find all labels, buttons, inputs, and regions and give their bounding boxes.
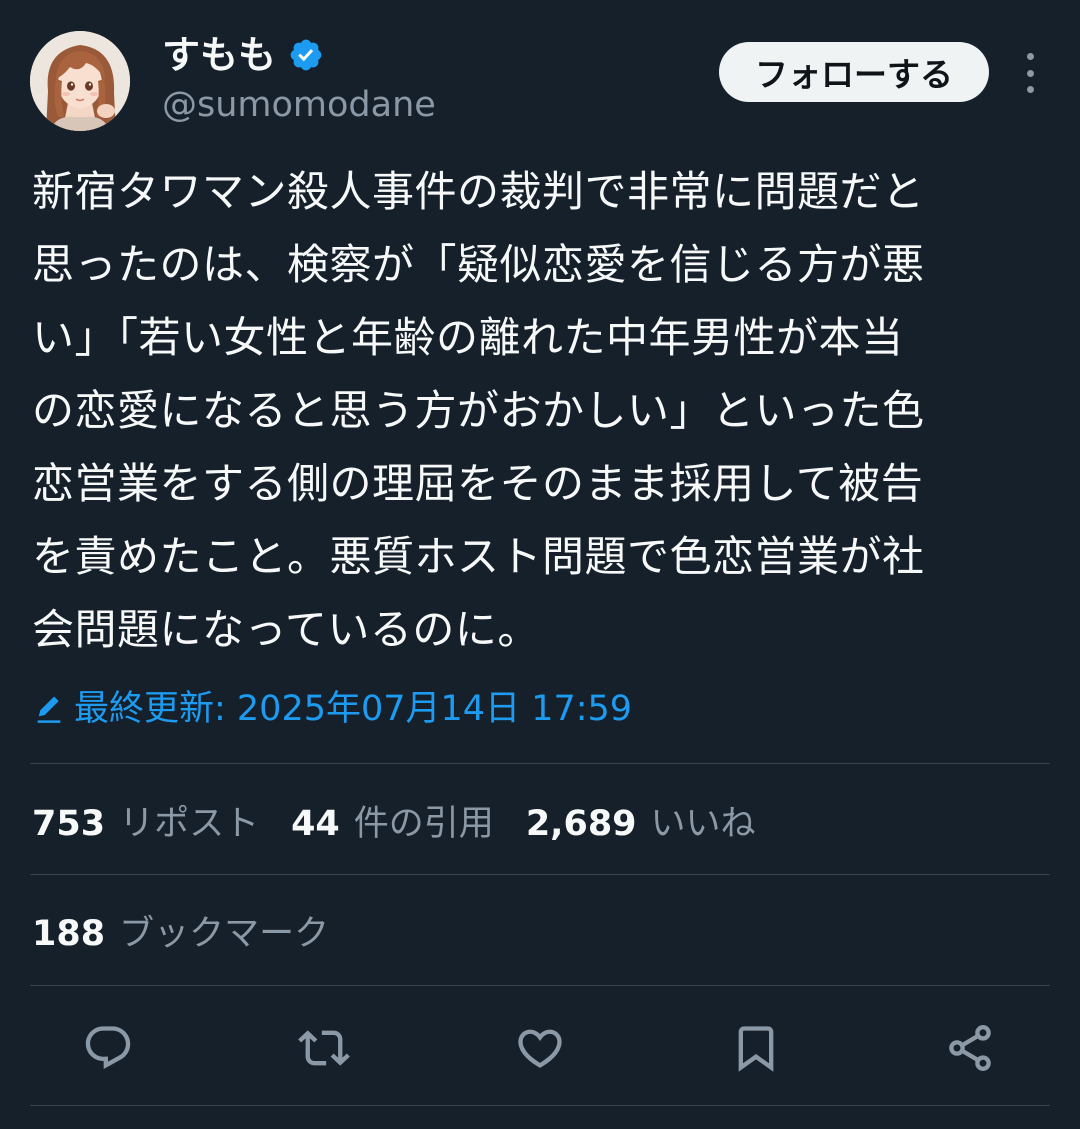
bookmark-icon[interactable]	[726, 1018, 786, 1078]
edited-label: 最終更新: 2025年07月14日 17:59	[74, 689, 633, 729]
display-name[interactable]: すもも	[162, 30, 276, 80]
divider	[30, 1105, 1050, 1106]
quotes-label: 件の引用	[353, 804, 494, 844]
quotes-stat[interactable]: 44 件の引用	[291, 796, 494, 852]
engagement-stats: 753 リポスト 44 件の引用 2,689 いいね	[32, 796, 756, 852]
likes-count: 2,689	[525, 804, 637, 844]
reposts-count: 753	[32, 804, 106, 844]
reposts-stat[interactable]: 753 リポスト	[32, 796, 259, 852]
bookmarks-label: ブックマーク	[119, 914, 330, 954]
tweet-detail: すもも @sumomodane フォローする 新宿タワマン殺人事件の裁判で非常に…	[0, 0, 1080, 1129]
pencil-icon	[32, 692, 66, 726]
likes-label: いいね	[650, 804, 756, 844]
likes-stat[interactable]: 2,689 いいね	[526, 796, 756, 852]
reply-icon[interactable]	[78, 1018, 138, 1078]
like-icon[interactable]	[510, 1018, 570, 1078]
divider	[30, 763, 1050, 764]
bookmarks-count: 188	[32, 914, 106, 954]
avatar[interactable]	[30, 31, 130, 131]
repost-icon[interactable]	[294, 1018, 354, 1078]
divider	[30, 874, 1050, 875]
bookmarks-stat[interactable]: 188 ブックマーク	[32, 906, 329, 962]
user-handle[interactable]: @sumomodane	[162, 82, 436, 128]
verified-badge-icon	[288, 37, 324, 73]
share-icon[interactable]	[940, 1018, 1000, 1078]
quotes-count: 44	[291, 804, 340, 844]
reposts-label: リポスト	[119, 804, 260, 844]
follow-button[interactable]: フォローする	[719, 42, 989, 102]
divider	[30, 985, 1050, 986]
author-name-row: すもも	[162, 30, 324, 80]
edited-indicator[interactable]: 最終更新: 2025年07月14日 17:59	[32, 684, 632, 734]
avatar-illustration	[30, 31, 130, 131]
more-vertical-icon[interactable]	[1017, 53, 1043, 93]
tweet-text: 新宿タワマン殺人事件の裁判で非常に問題だと 思ったのは、検察が「疑似恋愛を信じる…	[32, 167, 925, 654]
